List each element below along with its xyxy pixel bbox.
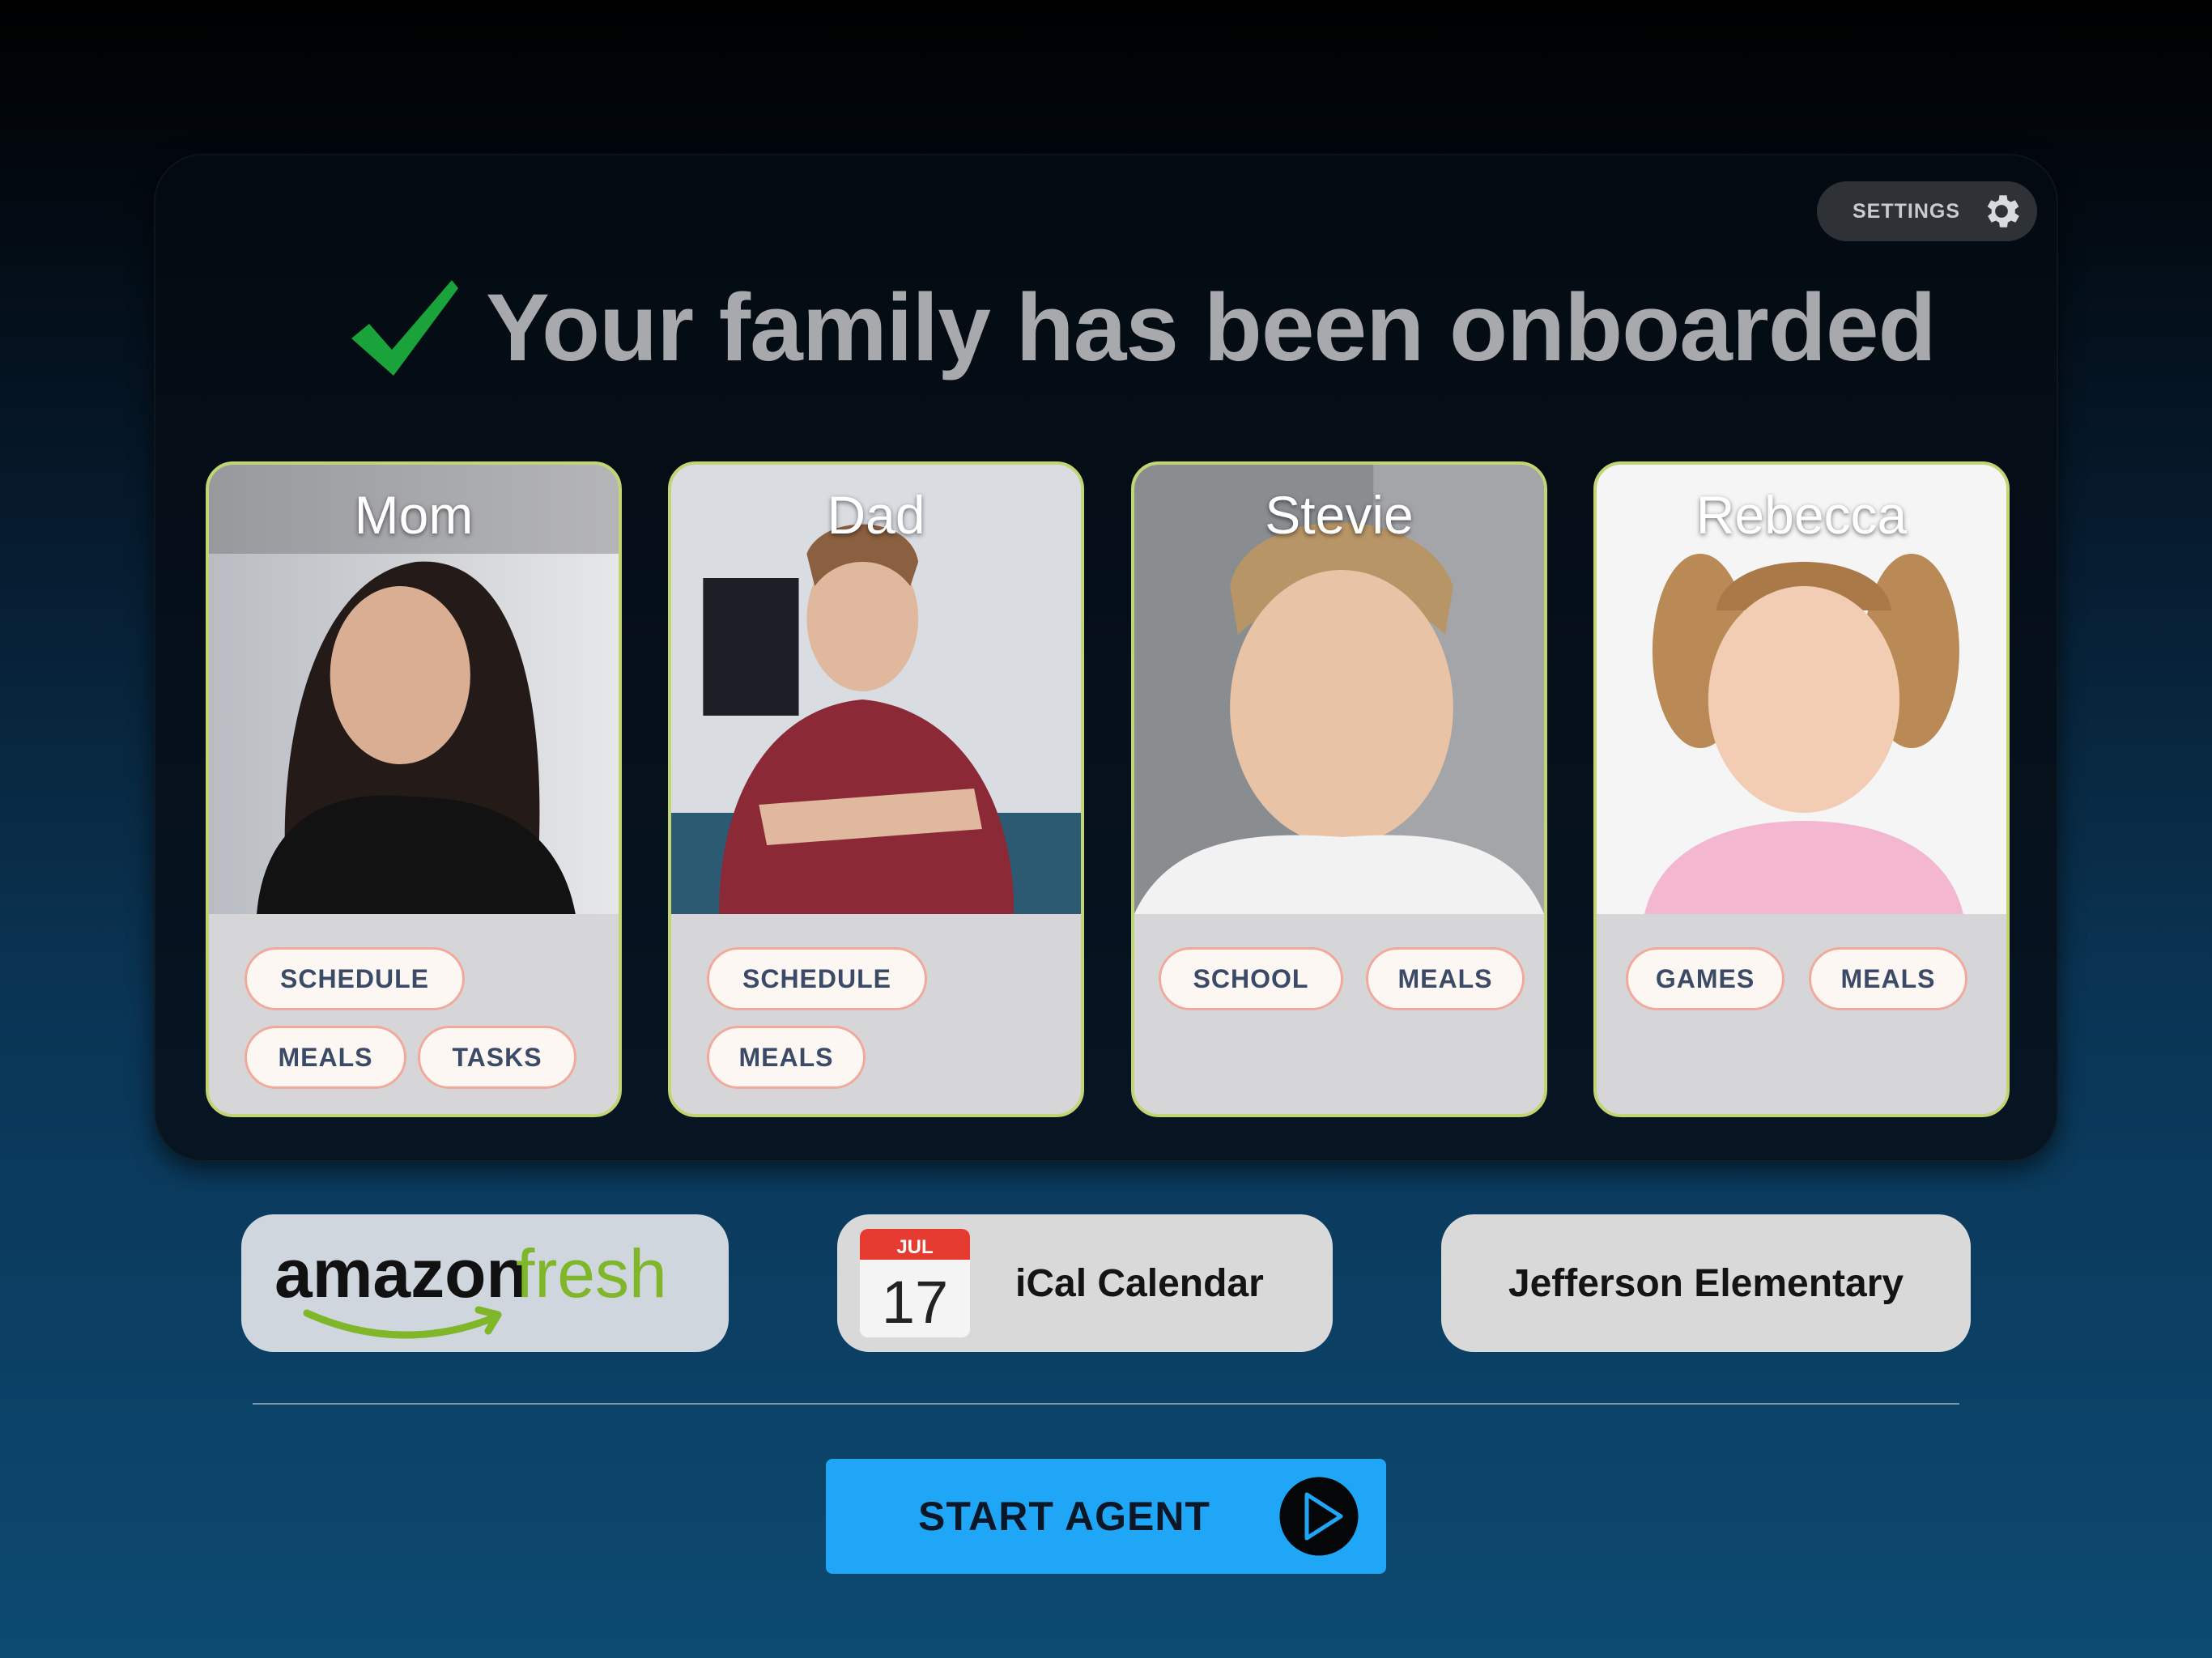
tag-meals[interactable]: MEALS [1366, 947, 1525, 1010]
start-agent-label: START AGENT [918, 1494, 1210, 1539]
play-icon [1277, 1474, 1361, 1558]
member-card-rebecca[interactable]: Rebecca GAMES MEALS [1593, 461, 2010, 1117]
tag-school[interactable]: SCHOOL [1159, 947, 1343, 1010]
svg-text:fresh: fresh [516, 1235, 667, 1312]
tag-meals[interactable]: MEALS [245, 1026, 406, 1089]
settings-label: SETTINGS [1853, 199, 1961, 223]
start-agent-button[interactable]: START AGENT [826, 1459, 1386, 1574]
svg-text:JUL: JUL [896, 1236, 933, 1258]
member-card-dad[interactable]: Dad SCHEDULE MEALS [668, 461, 1084, 1117]
member-card-stevie[interactable]: Stevie SCHOOL MEALS [1131, 461, 1547, 1117]
tag-games[interactable]: GAMES [1626, 947, 1784, 1010]
tag-schedule[interactable]: SCHEDULE [707, 947, 927, 1010]
headline-text: Your family has been onboarded [486, 274, 1937, 381]
divider [253, 1403, 1959, 1405]
tag-meals[interactable]: MEALS [1809, 947, 1967, 1010]
gear-icon [1987, 195, 2019, 227]
tag-meals[interactable]: MEALS [707, 1026, 866, 1089]
school-label: Jefferson Elementary [1508, 1261, 1904, 1305]
member-card-mom[interactable]: Mom SCHEDULE MEALS TASKS [206, 461, 622, 1117]
settings-button[interactable]: SETTINGS [1817, 181, 2037, 241]
svg-text:17: 17 [882, 1269, 948, 1336]
tag-schedule[interactable]: SCHEDULE [245, 947, 465, 1010]
calendar-icon: JUL 17 [860, 1229, 970, 1337]
amazon-fresh-button[interactable]: amazon fresh [241, 1214, 729, 1352]
ical-calendar-button[interactable]: JUL 17 iCal Calendar [837, 1214, 1333, 1352]
ical-label: iCal Calendar [1015, 1261, 1264, 1305]
amazon-fresh-logo: amazon fresh [274, 1235, 667, 1339]
tag-tasks[interactable]: TASKS [418, 1026, 576, 1089]
svg-text:amazon: amazon [274, 1235, 528, 1312]
page-title: Your family has been onboarded [348, 267, 1937, 389]
checkmark-icon [351, 280, 458, 376]
school-button[interactable]: Jefferson Elementary [1441, 1214, 1971, 1352]
